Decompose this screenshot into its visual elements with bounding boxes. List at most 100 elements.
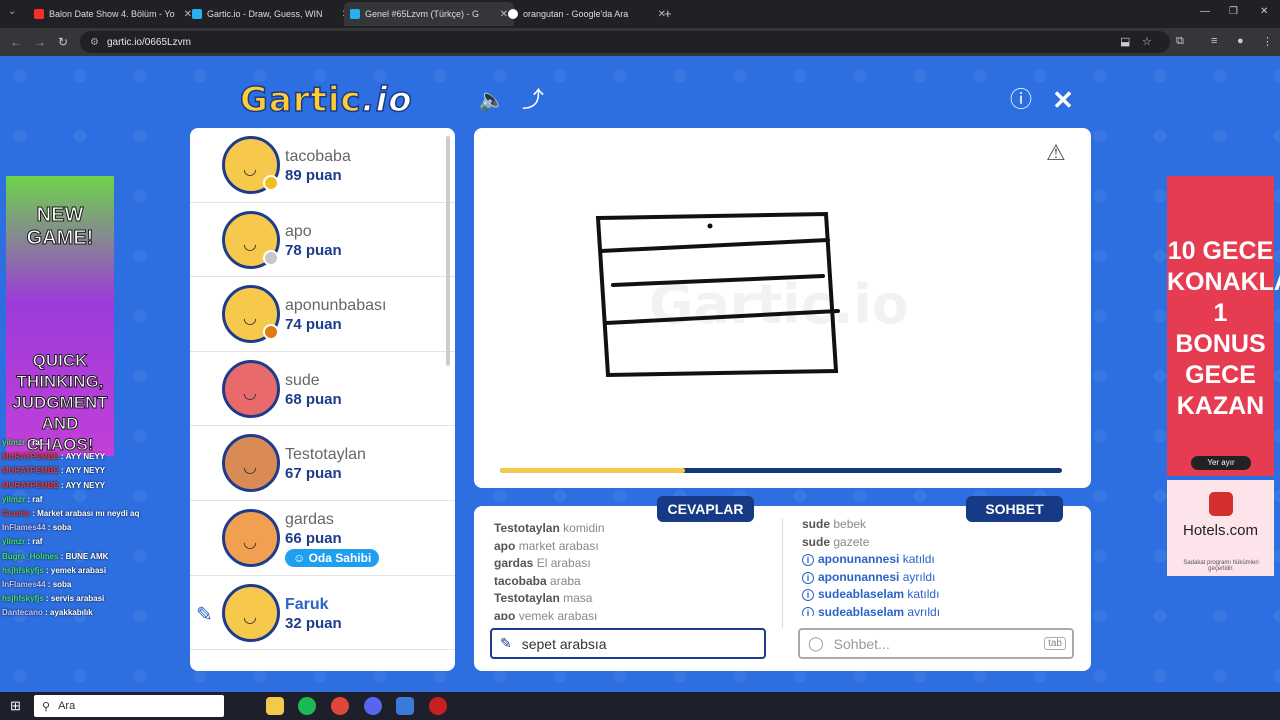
discord-icon[interactable] (364, 697, 382, 715)
obs-icon[interactable] (429, 697, 447, 715)
timer-fill (500, 468, 686, 473)
overlay-chat-line: MURATPEMBE : AYY NEYY (2, 479, 152, 493)
list-item: Testotaylan masa (494, 591, 593, 605)
report-warning-icon[interactable]: ⚠ (1046, 140, 1066, 166)
overlay-chat-text: : servis arabasi (43, 594, 105, 604)
player-name: aponunbabası (285, 297, 387, 315)
players-scrollbar[interactable] (446, 136, 450, 366)
player-item: ✎ ◡ Faruk 32 puan (190, 576, 455, 651)
steam-icon[interactable] (396, 697, 414, 715)
player-name: gardas (285, 510, 334, 528)
overlay-chat-user: yilmzr (2, 438, 26, 447)
players-list: ◡ tacobaba 89 puan ◡ apo 78 puan ◡ aponu… (190, 128, 455, 671)
browser-tab-4[interactable]: orangutan - Google'da Ara ✕ (502, 2, 672, 26)
minimize-icon[interactable]: — (1200, 6, 1210, 17)
overlay-chat-text: : ayakkabılık (42, 608, 93, 618)
tab-search-icon[interactable]: ⌄ (8, 6, 22, 20)
bookmark-star-icon[interactable]: ☆ (1142, 35, 1152, 48)
list-item: sude bebek (802, 517, 867, 531)
player-avatar: ◡ (222, 285, 280, 344)
player-score: 89 puan (285, 167, 342, 184)
pencil-icon: ✎ (500, 635, 512, 651)
player-score: 32 puan (285, 614, 342, 632)
overlay-chat-text: : raf (25, 537, 43, 547)
status-dot (263, 175, 279, 191)
forward-icon[interactable]: → (34, 35, 46, 49)
install-icon[interactable]: ⬓ (1120, 35, 1130, 48)
file-explorer-icon[interactable] (266, 697, 284, 715)
search-icon: ⚲ (42, 700, 51, 713)
info-icon: i (802, 589, 814, 601)
overlay-chat-user: Dantecano (2, 608, 43, 618)
overlay-chat-line: yilmzr : raf (2, 493, 152, 507)
info-icon: i (802, 554, 814, 566)
chat-bubble-icon: ◯ (808, 635, 824, 651)
chrome-icon[interactable] (331, 697, 349, 715)
overlay-chat-user: yilmzr (2, 537, 26, 547)
timer-bar (498, 466, 1064, 475)
list-item: i sudeablaselam katıldı (802, 586, 1072, 604)
info-icon: i (802, 606, 814, 616)
gartic-icon (350, 9, 360, 19)
overlay-chat-user: Granite (2, 509, 31, 519)
exit-icon[interactable]: ✕ (1050, 87, 1076, 113)
player-item: ◡ gardas 66 puan ☺ Oda Sahibi (190, 501, 455, 576)
windows-start-icon[interactable]: ⊞ (10, 698, 21, 714)
info-icon[interactable]: ⓘ (1008, 87, 1034, 113)
profile-icon[interactable]: ● (1237, 35, 1244, 47)
player-item: ◡ apo 78 puan (190, 203, 455, 278)
overlay-chat-text: : raf (25, 494, 43, 504)
overlay-chat-text: : Market arabası mı neydi aq (30, 509, 140, 519)
book-button[interactable]: Yer ayır (1191, 456, 1251, 470)
browser-tab-3[interactable]: Genel #65Lzvm (Türkçe) - G ✕ (344, 2, 514, 26)
sound-icon[interactable]: 🔈 (478, 87, 505, 113)
answers-list: Testotaylan komidin apo market arabası g… (494, 520, 764, 620)
right-advertisement[interactable]: 10 GECE KONAKLA 1 BONUS GECE KAZAN Yer a… (1167, 176, 1280, 476)
tab-key-hint: tab (1044, 637, 1066, 650)
answers-chat-panel: CEVAPLAR SOHBET Testotaylan komidin apo … (474, 496, 1091, 671)
browser-tab-1[interactable]: Balon Date Show 4. Bölüm - Yo ✕ (28, 2, 198, 26)
list-item: Testotaylan komidin (494, 521, 605, 535)
player-avatar: ◡ (222, 508, 280, 567)
taskbar-search[interactable]: ⚲ Ara (34, 695, 224, 717)
player-name: sude (285, 371, 320, 389)
chat-input[interactable]: ◯ Sohbet... tab (798, 628, 1074, 659)
restore-icon[interactable]: ❐ (1229, 6, 1238, 17)
overlay-chat-line: hsjhfskyfjs : servis arabasi (2, 592, 152, 606)
overlay-chat-line: yilmzr : raf (2, 535, 152, 549)
drawing-pencil-icon: ✎ (196, 603, 213, 626)
overlay-chat-user: Bugra_Holmes (2, 551, 59, 561)
drawing-canvas[interactable]: Gartic.io ⚠ (474, 128, 1091, 488)
overlay-chat-text: : AYY NEYY (58, 452, 106, 462)
new-tab-icon[interactable]: + (664, 6, 672, 21)
windows-taskbar: ⊞ ⚲ Ara (0, 692, 1280, 720)
overlay-chat-user: InFlames44 (2, 523, 46, 533)
overlay-chat-line: InFlames44 : soba (2, 578, 152, 592)
player-item: ◡ sude 68 puan (190, 352, 455, 427)
back-icon[interactable]: ← (10, 35, 22, 49)
list-item: i aponunannesi katıldı (802, 551, 1072, 569)
overlay-chat-line: Granite : Market arabası mı neydi aq (2, 507, 152, 521)
share-icon[interactable]: ⤴ (520, 87, 546, 113)
url-field[interactable]: ⚙ gartic.io/0665Lzvm (80, 31, 1170, 53)
spotify-icon[interactable] (298, 697, 316, 715)
extensions-icon[interactable]: ⧉ (1176, 35, 1184, 48)
menu-icon[interactable]: ⋮ (1262, 35, 1273, 48)
overlay-chat-line: Bugra_Holmes : BUNE AMK (2, 550, 152, 564)
media-icon[interactable]: ≡ (1211, 35, 1217, 47)
room-owner-badge: ☺ Oda Sahibi (285, 548, 380, 567)
overlay-chat-text: : soba (45, 580, 72, 590)
gartic-icon (192, 9, 202, 19)
overlay-chat-text: : raf (25, 438, 43, 447)
overlay-chat-line: MURATPEMBE : AYY NEYY (2, 464, 152, 478)
close-window-icon[interactable]: ✕ (1260, 6, 1268, 17)
hotels-advertisement[interactable]: Hotels.com Sadakat programı hükümleri ge… (1167, 480, 1274, 576)
player-item: ◡ tacobaba 89 puan (190, 128, 455, 203)
left-advertisement[interactable]: NEW GAME! QUICK THINKING, JUDGMENT AND C… (6, 176, 114, 456)
reload-icon[interactable]: ↻ (58, 35, 68, 49)
answer-input[interactable]: ✎ sepet arabsıa (490, 628, 766, 659)
player-name: Faruk (285, 595, 329, 613)
browser-tab-2[interactable]: Gartic.io - Draw, Guess, WIN ✕ (186, 2, 356, 26)
overlay-chat-line: Dantecano : ayakkabılık (2, 606, 152, 620)
site-info-icon[interactable]: ⚙ (90, 37, 99, 48)
